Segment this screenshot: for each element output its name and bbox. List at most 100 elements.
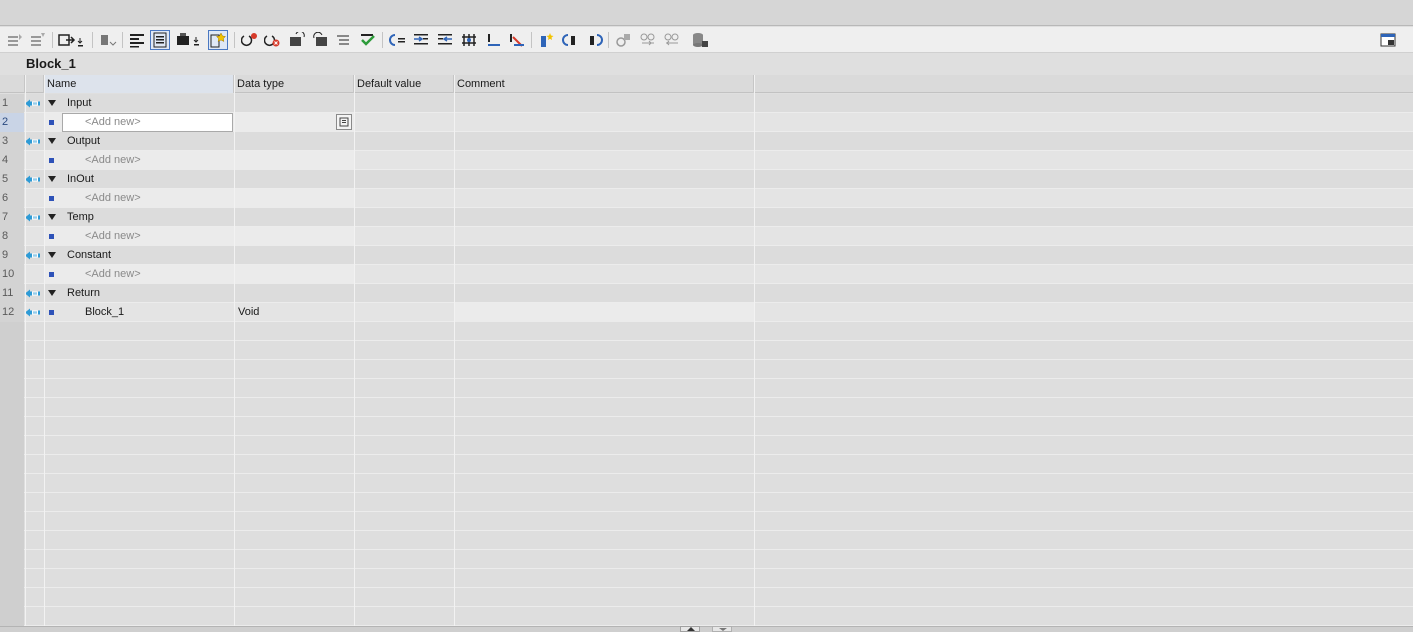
connect-icon[interactable] [507,30,527,50]
go-to-icon[interactable] [98,30,118,50]
add-new-placeholder[interactable]: <Add new> [85,113,141,132]
insert-network-icon[interactable] [240,30,260,50]
row-number[interactable] [0,474,24,493]
row-number[interactable] [0,417,24,436]
empty-row[interactable] [0,341,1413,360]
data-type-cell[interactable]: Void [238,303,259,322]
expand-triangle-icon[interactable] [48,176,56,182]
add-new-placeholder[interactable]: <Add new> [85,227,141,246]
splitter-down-icon[interactable] [712,626,732,632]
section-name[interactable]: InOut [67,170,94,189]
watch-on-icon[interactable] [638,30,658,50]
empty-row[interactable] [0,531,1413,550]
row-number[interactable]: 1 [0,94,24,113]
column-header-name[interactable]: Name [44,75,234,93]
row-number[interactable] [0,436,24,455]
data-type-picker-icon[interactable] [336,114,352,130]
splitter-up-icon[interactable] [680,626,700,632]
empty-row[interactable] [0,436,1413,455]
row-number[interactable] [0,550,24,569]
display-mode-icon[interactable] [174,30,204,50]
bottom-splitter[interactable] [0,626,1413,632]
column-header-comment[interactable]: Comment [454,75,754,93]
table-row[interactable]: 8 <Add new> [0,227,1413,246]
row-number[interactable]: 12 [0,303,24,322]
table-row[interactable]: 10 <Add new> [0,265,1413,284]
empty-row[interactable] [0,360,1413,379]
section-name[interactable]: Return [67,284,100,303]
row-number[interactable]: 11 [0,284,24,303]
row-number[interactable]: 4 [0,151,24,170]
expand-triangle-icon[interactable] [48,252,56,258]
column-header-default-value[interactable]: Default value [354,75,454,93]
monitor-icon[interactable] [614,30,634,50]
insert-row-icon[interactable] [5,30,25,50]
compile-icon[interactable] [358,30,378,50]
empty-row[interactable] [0,569,1413,588]
expand-triangle-icon[interactable] [48,138,56,144]
table-row[interactable]: 2 <Add new> [0,113,1413,132]
add-new-placeholder[interactable]: <Add new> [85,265,141,284]
row-number[interactable]: 6 [0,189,24,208]
row-number[interactable]: 2 [0,113,24,132]
section-name[interactable]: Temp [67,208,94,227]
add-new-placeholder[interactable]: <Add new> [85,151,141,170]
row-number[interactable]: 9 [0,246,24,265]
interface-view-icon[interactable] [150,30,170,50]
add-row-icon[interactable] [28,30,48,50]
highlight-icon[interactable] [537,30,557,50]
expand-triangle-icon[interactable] [48,214,56,220]
empty-row[interactable] [0,512,1413,531]
collapse-networks-icon[interactable] [311,30,331,50]
row-number[interactable] [0,493,24,512]
row-number[interactable] [0,398,24,417]
row-number[interactable] [0,360,24,379]
row-number[interactable] [0,569,24,588]
section-row[interactable]: 3 Output [0,132,1413,151]
indent-left-icon[interactable] [388,30,408,50]
expand-triangle-icon[interactable] [48,290,56,296]
jump-prev-icon[interactable] [561,30,581,50]
section-row[interactable]: 9 Constant [0,246,1413,265]
section-row[interactable]: 7 Temp [0,208,1413,227]
watch-off-icon[interactable] [662,30,682,50]
open-block-call-icon[interactable] [58,30,88,50]
section-row[interactable]: 1 Input [0,94,1413,113]
jump-next-icon[interactable] [584,30,604,50]
table-row[interactable]: 4 <Add new> [0,151,1413,170]
empty-row[interactable] [0,493,1413,512]
expand-networks-icon[interactable] [287,30,307,50]
empty-row[interactable] [0,417,1413,436]
list-view-icon[interactable] [127,30,147,50]
empty-row[interactable] [0,588,1413,607]
row-number[interactable]: 5 [0,170,24,189]
empty-row[interactable] [0,474,1413,493]
empty-row[interactable] [0,455,1413,474]
section-name[interactable]: Output [67,132,100,151]
row-number[interactable] [0,455,24,474]
table-row[interactable]: 12 Block_1 Void [0,303,1413,322]
comment-icon[interactable] [334,30,354,50]
database-icon[interactable] [690,30,710,50]
column-header-data-type[interactable]: Data type [234,75,354,93]
row-number[interactable] [0,588,24,607]
indent-right-icon[interactable] [411,30,431,50]
section-name[interactable]: Constant [67,246,111,265]
row-number[interactable]: 8 [0,227,24,246]
favorites-icon[interactable] [208,30,228,50]
split-icon[interactable] [484,30,504,50]
section-row[interactable]: 11 Return [0,284,1413,303]
empty-row[interactable] [0,398,1413,417]
row-number[interactable] [0,531,24,550]
section-row[interactable]: 5 InOut [0,170,1413,189]
variable-name[interactable]: Block_1 [85,303,124,322]
row-number[interactable]: 10 [0,265,24,284]
empty-row[interactable] [0,607,1413,626]
row-number[interactable]: 3 [0,132,24,151]
row-number[interactable] [0,607,24,626]
add-new-placeholder[interactable]: <Add new> [85,189,141,208]
expand-triangle-icon[interactable] [48,100,56,106]
row-number[interactable] [0,379,24,398]
row-number[interactable] [0,341,24,360]
row-number[interactable]: 7 [0,208,24,227]
